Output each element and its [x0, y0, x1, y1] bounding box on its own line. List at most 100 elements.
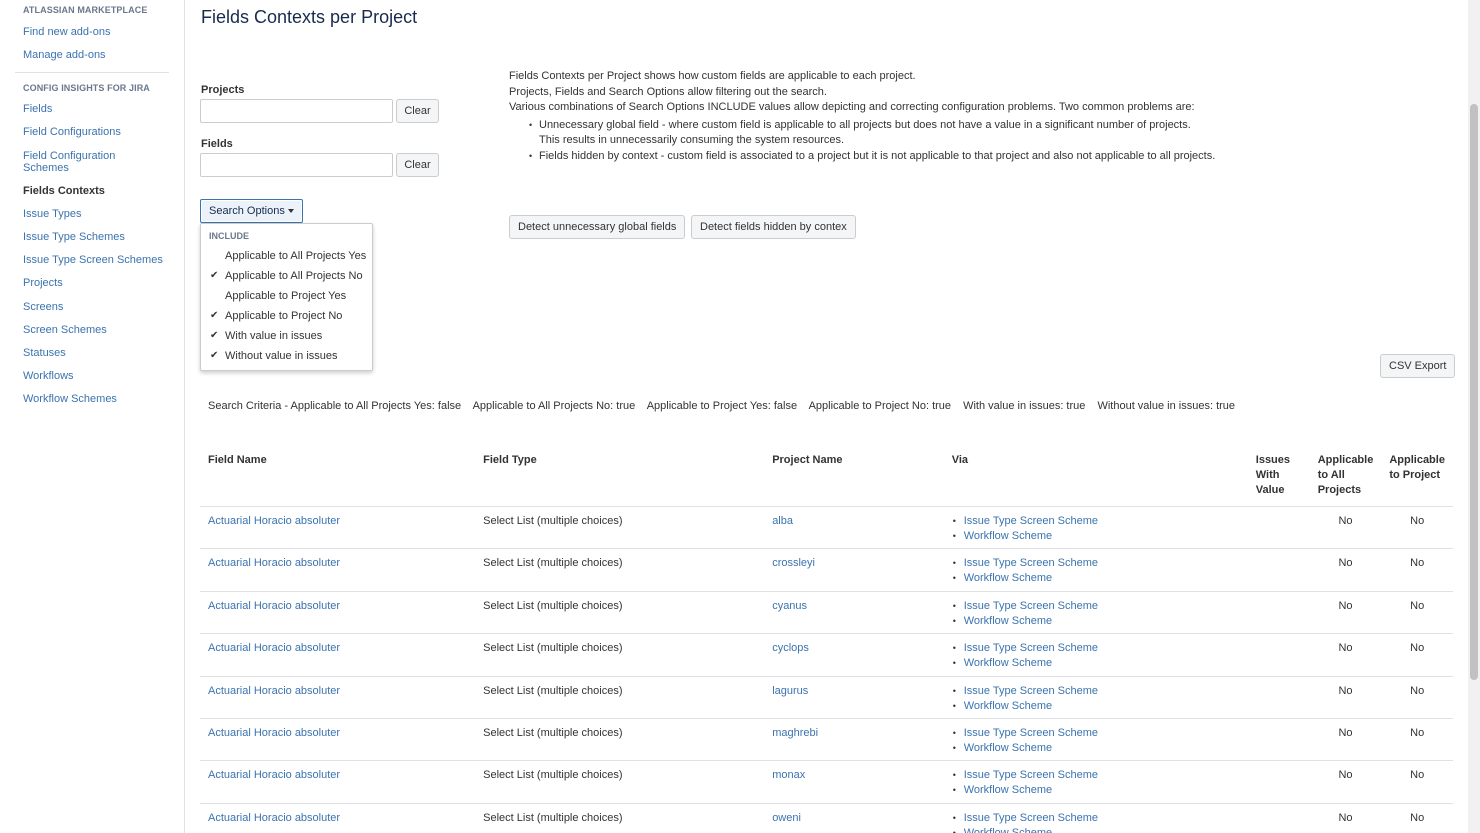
field-name-link[interactable]: Actuarial Horacio absoluter — [208, 557, 340, 569]
via-item: Issue Type Screen Scheme — [952, 768, 1240, 783]
sidebar-item-field-configuration-schemes[interactable]: Field Configuration Schemes — [23, 150, 143, 174]
cell-issues-with-value — [1247, 760, 1310, 804]
field-name-link[interactable]: Actuarial Horacio absoluter — [208, 727, 340, 739]
sidebar-item-screens[interactable]: Screens — [23, 301, 173, 313]
sidebar-item-projects[interactable]: Projects — [23, 277, 173, 289]
sidebar-item-workflows[interactable]: Workflows — [23, 370, 173, 382]
search-option-item[interactable]: ✔ Applicable to Project No — [201, 306, 372, 326]
search-option-item[interactable]: ✔ Without value in issues — [201, 346, 372, 366]
col-header-via: Via — [943, 443, 1248, 507]
project-name-link[interactable]: maghrebi — [772, 727, 818, 739]
cell-field-name: Actuarial Horacio absoluter — [200, 718, 476, 762]
via-link[interactable]: Workflow Scheme — [964, 657, 1052, 669]
detect-hidden-fields-button[interactable]: Detect fields hidden by contex — [691, 215, 856, 239]
cell-field-name: Actuarial Horacio absoluter — [200, 676, 476, 719]
via-link[interactable]: Issue Type Screen Scheme — [964, 642, 1098, 654]
via-link[interactable]: Workflow Scheme — [964, 530, 1052, 542]
csv-export-button[interactable]: CSV Export — [1380, 354, 1456, 378]
criteria-item: With value in issues: true — [963, 400, 1086, 412]
search-option-item[interactable]: Applicable to All Projects Yes — [201, 246, 372, 266]
cell-field-name: Actuarial Horacio absoluter — [200, 803, 476, 833]
project-name-link[interactable]: alba — [772, 515, 793, 527]
project-name-link[interactable]: lagurus — [772, 685, 808, 697]
cell-issues-with-value — [1247, 718, 1310, 762]
search-option-label: Applicable to Project No — [225, 310, 343, 322]
project-name-link[interactable]: oweni — [772, 812, 801, 824]
project-name-link[interactable]: cyanus — [772, 600, 807, 612]
sidebar-item-fields-contexts[interactable]: Fields Contexts — [23, 185, 173, 197]
via-link[interactable]: Issue Type Screen Scheme — [964, 812, 1098, 824]
sidebar-item-fields[interactable]: Fields — [23, 103, 173, 115]
scrollbar-thumb[interactable] — [1470, 104, 1478, 680]
via-link[interactable]: Workflow Scheme — [964, 700, 1052, 712]
field-name-link[interactable]: Actuarial Horacio absoluter — [208, 812, 340, 824]
sidebar-item-statuses[interactable]: Statuses — [23, 347, 173, 359]
via-item: Workflow Scheme — [952, 529, 1240, 544]
via-link[interactable]: Issue Type Screen Scheme — [964, 600, 1098, 612]
sidebar-item-workflow-schemes[interactable]: Workflow Schemes — [23, 393, 173, 405]
description-line: Various combinations of Search Options I… — [509, 101, 1195, 113]
cell-issues-with-value — [1247, 633, 1310, 677]
detect-global-fields-button[interactable]: Detect unnecessary global fields — [509, 215, 686, 239]
cell-applicable-all: No — [1309, 633, 1382, 677]
sidebar-item-field-configurations[interactable]: Field Configurations — [23, 126, 173, 138]
field-name-link[interactable]: Actuarial Horacio absoluter — [208, 685, 340, 697]
via-link[interactable]: Workflow Scheme — [964, 615, 1052, 627]
via-link[interactable]: Workflow Scheme — [964, 784, 1052, 796]
cell-applicable-all: No — [1309, 718, 1382, 762]
cell-field-type: Select List (multiple choices) — [475, 506, 765, 550]
vertical-scrollbar[interactable] — [1468, 0, 1480, 833]
via-link[interactable]: Issue Type Screen Scheme — [964, 769, 1098, 781]
cell-via: Issue Type Screen Scheme Workflow Scheme — [943, 718, 1248, 762]
sidebar-heading-config-insights: CONFIG INSIGHTS FOR JIRA — [23, 83, 150, 93]
checkmark-icon: ✔ — [210, 270, 219, 281]
field-name-link[interactable]: Actuarial Horacio absoluter — [208, 642, 340, 654]
sidebar-item-issue-types[interactable]: Issue Types — [23, 208, 173, 220]
project-name-link[interactable]: monax — [772, 769, 805, 781]
table-row: Actuarial Horacio absoluter Select List (… — [200, 506, 1453, 550]
description-bullet: Fields hidden by context - custom field … — [509, 149, 1409, 164]
via-link[interactable]: Issue Type Screen Scheme — [964, 727, 1098, 739]
cell-project-name: monax — [764, 760, 944, 804]
via-link[interactable]: Issue Type Screen Scheme — [964, 515, 1098, 527]
via-list: Issue Type Screen Scheme Workflow Scheme — [952, 514, 1240, 544]
field-name-link[interactable]: Actuarial Horacio absoluter — [208, 600, 340, 612]
search-option-item[interactable]: Applicable to Project Yes — [201, 286, 372, 306]
via-link[interactable]: Workflow Scheme — [964, 742, 1052, 754]
cell-project-name: cyclops — [764, 633, 944, 677]
cell-applicable-project: No — [1381, 591, 1453, 635]
cell-via: Issue Type Screen Scheme Workflow Scheme — [943, 760, 1248, 804]
via-link[interactable]: Issue Type Screen Scheme — [964, 557, 1098, 569]
table-row: Actuarial Horacio absoluter Select List (… — [200, 718, 1453, 762]
fields-input[interactable] — [200, 153, 393, 177]
via-link[interactable]: Workflow Scheme — [964, 572, 1052, 584]
via-link[interactable]: Workflow Scheme — [964, 827, 1052, 833]
cell-applicable-project: No — [1381, 548, 1453, 592]
cell-via: Issue Type Screen Scheme Workflow Scheme — [943, 803, 1248, 833]
search-option-item[interactable]: ✔ With value in issues — [201, 326, 372, 346]
cell-applicable-project: No — [1381, 633, 1453, 677]
table-row: Actuarial Horacio absoluter Select List (… — [200, 548, 1453, 592]
sidebar-item-find-add-ons[interactable]: Find new add-ons — [23, 26, 173, 38]
checkmark-icon: ✔ — [210, 310, 219, 321]
via-item: Issue Type Screen Scheme — [952, 684, 1240, 699]
sidebar: ATLASSIAN MARKETPLACE Find new add-ons M… — [0, 0, 185, 833]
search-options-button[interactable]: Search Options — [200, 199, 303, 223]
via-list: Issue Type Screen Scheme Workflow Scheme — [952, 556, 1240, 586]
sidebar-item-issue-type-schemes[interactable]: Issue Type Schemes — [23, 231, 173, 243]
cell-applicable-project: No — [1381, 676, 1453, 719]
sidebar-item-manage-add-ons[interactable]: Manage add-ons — [23, 49, 173, 61]
field-name-link[interactable]: Actuarial Horacio absoluter — [208, 515, 340, 527]
sidebar-item-screen-schemes[interactable]: Screen Schemes — [23, 324, 173, 336]
via-link[interactable]: Issue Type Screen Scheme — [964, 685, 1098, 697]
cell-field-name: Actuarial Horacio absoluter — [200, 760, 476, 804]
sidebar-item-issue-type-screen-schemes[interactable]: Issue Type Screen Schemes — [23, 254, 173, 266]
projects-input[interactable] — [200, 99, 393, 123]
projects-clear-button[interactable]: Clear — [396, 99, 439, 123]
project-name-link[interactable]: crossleyi — [772, 557, 815, 569]
col-header-field-name: Field Name — [200, 443, 476, 507]
fields-clear-button[interactable]: Clear — [396, 153, 439, 177]
field-name-link[interactable]: Actuarial Horacio absoluter — [208, 769, 340, 781]
search-option-item[interactable]: ✔ Applicable to All Projects No — [201, 266, 372, 286]
project-name-link[interactable]: cyclops — [772, 642, 809, 654]
